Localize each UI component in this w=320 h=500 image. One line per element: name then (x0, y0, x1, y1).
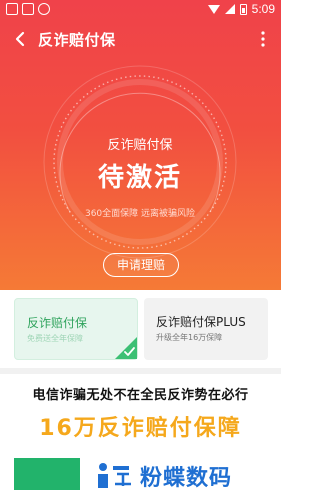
status-time: 5:09 (251, 2, 275, 16)
selected-check-icon (115, 337, 137, 359)
plan-card-subtitle: 免费送全年保障 (27, 334, 83, 343)
chevron-left-icon[interactable] (10, 28, 32, 50)
hero-section: 5:09 反诈赔付保 反诈赔付保 待激活 360全面保障 远离被骗风险 申请理赔 (0, 0, 281, 290)
plan-cards: 反诈赔付保 免费送全年保障 反诈赔付保PLUS 升级全年16万保障 (0, 290, 281, 368)
more-vertical-icon[interactable] (253, 29, 273, 49)
green-action-button[interactable] (14, 458, 80, 490)
watermark-text: 粉蝶数码 (140, 466, 233, 491)
promo-headline: 16万反诈赔付保障 (39, 416, 242, 441)
page-title: 反诈赔付保 (38, 31, 116, 49)
activation-status: 待激活 (97, 163, 182, 193)
product-name: 反诈赔付保 (107, 138, 173, 153)
plan-card-plus[interactable]: 反诈赔付保PLUS 升级全年16万保障 (144, 298, 268, 360)
battery-icon (239, 3, 247, 15)
top-nav-bar: 反诈赔付保 (0, 22, 281, 56)
plan-card-title: 反诈赔付保PLUS (156, 315, 246, 329)
status-dial: 反诈赔付保 待激活 360全面保障 远离被骗风险 (40, 62, 240, 267)
apply-claim-button[interactable]: 申请理赔 (103, 253, 179, 277)
wifi-icon (207, 4, 220, 14)
protection-description: 360全面保障 远离被骗风险 (84, 209, 196, 219)
promo-banner: 电信诈骗无处不在全民反诈势在必行 16万反诈赔付保障 (0, 374, 281, 460)
square-icon (6, 3, 18, 15)
plan-card-subtitle: 升级全年16万保障 (156, 333, 223, 342)
bottom-bar: 粉蝶数码 (0, 452, 281, 500)
plan-card-title: 反诈赔付保 (27, 316, 88, 330)
signal-icon (224, 4, 235, 14)
image-icon (22, 3, 34, 15)
plan-card-basic[interactable]: 反诈赔付保 免费送全年保障 (14, 298, 138, 360)
status-bar: 5:09 (0, 0, 281, 20)
promo-slogan: 电信诈骗无处不在全民反诈势在必行 (32, 388, 249, 403)
watermark-logo-icon (98, 463, 131, 488)
sync-icon (38, 3, 50, 15)
